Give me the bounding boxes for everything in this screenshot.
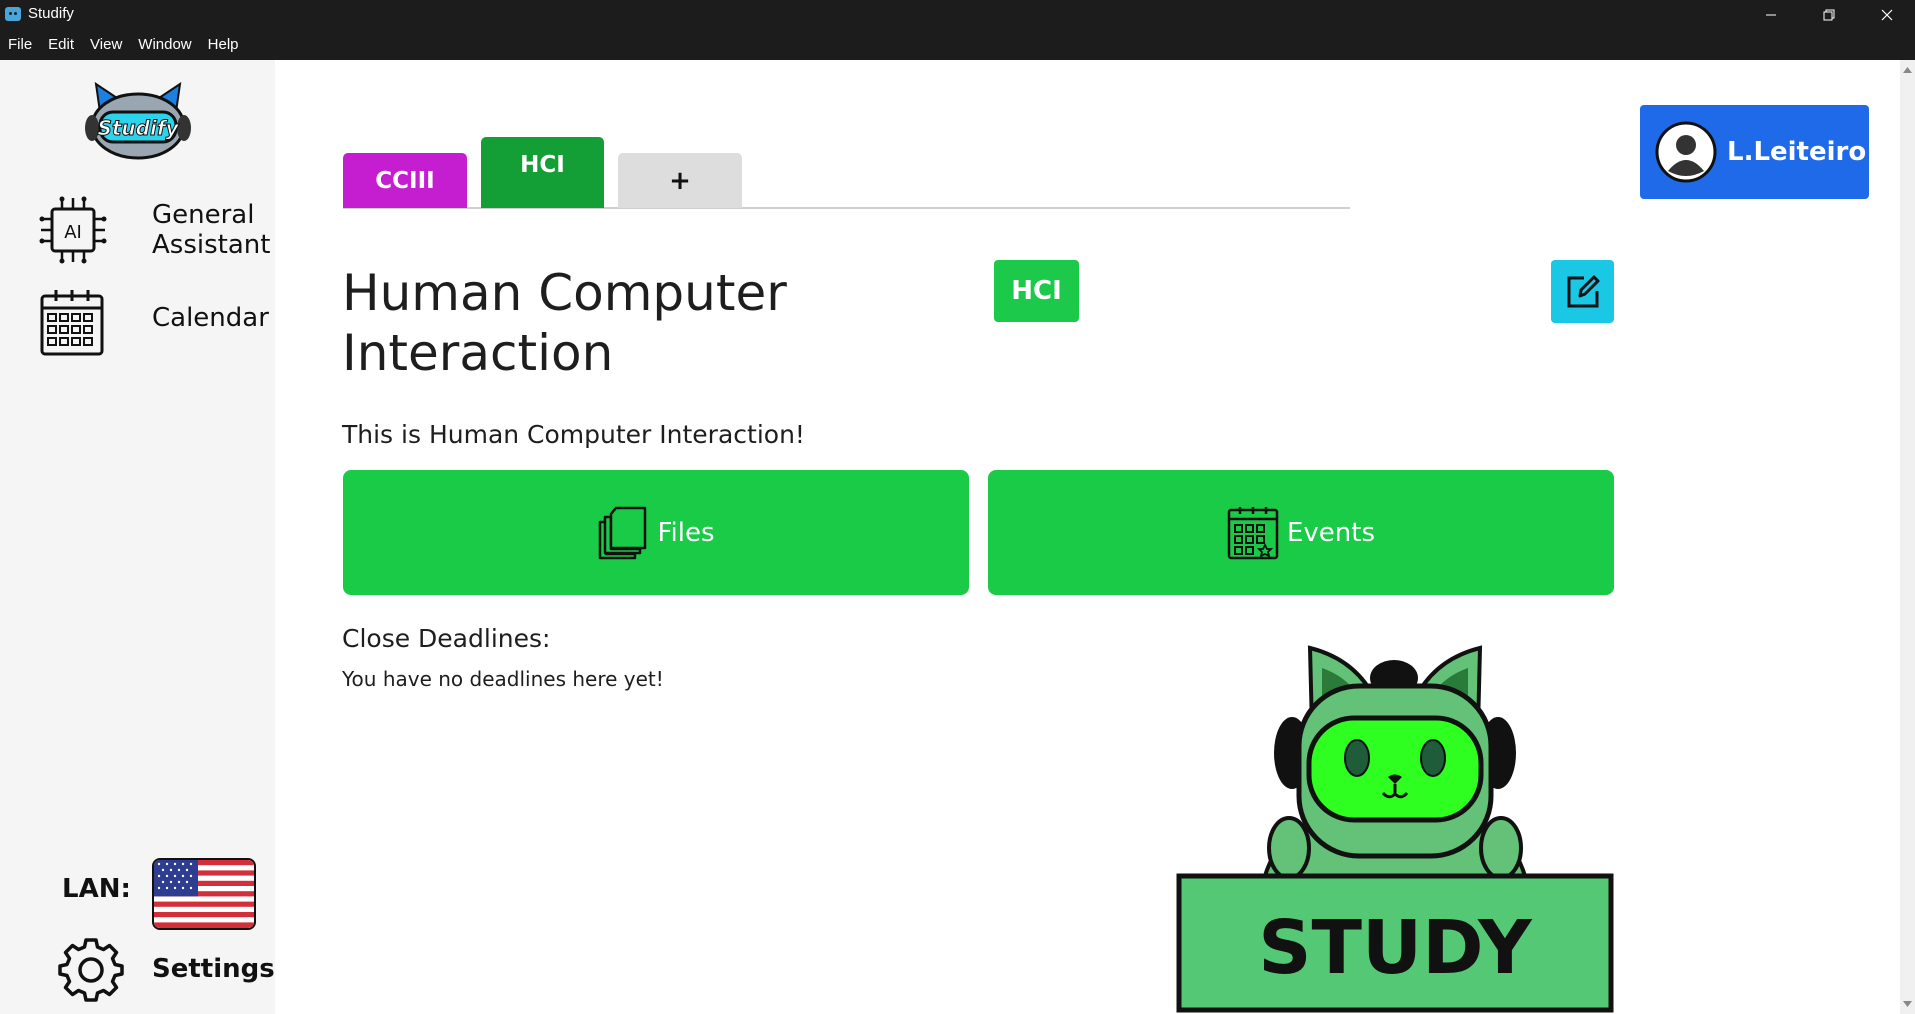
events-label: Events — [1286, 517, 1376, 548]
studify-logo[interactable]: Studify — [84, 81, 192, 164]
deadlines-empty-message: You have no deadlines here yet! — [342, 667, 664, 691]
window-titlebar: Studify File Edit View Window Help — [0, 0, 1915, 60]
menu-file[interactable]: File — [0, 34, 40, 56]
window-title: Studify — [28, 5, 74, 22]
scroll-up-icon[interactable] — [1900, 64, 1915, 76]
user-name: L.Leiteiro — [1727, 137, 1867, 167]
events-button[interactable]: Events — [988, 470, 1614, 595]
tab-hci[interactable]: HCI — [481, 137, 604, 208]
events-calendar-icon — [1227, 506, 1279, 559]
sidebar-item-label: General Assistant — [152, 200, 271, 260]
ai-chip-icon: AI — [39, 196, 107, 264]
app-icon — [5, 7, 21, 21]
sidebar: Studify AI General Assistant Calendar LA… — [0, 60, 275, 1014]
minimize-icon — [1766, 14, 1776, 16]
edit-course-button[interactable] — [1551, 260, 1614, 323]
sidebar-item-label: Calendar — [152, 303, 269, 333]
restore-icon — [1823, 9, 1835, 21]
mascot-sign-text: STUDY — [1258, 905, 1533, 991]
menu-window[interactable]: Window — [130, 34, 199, 56]
restore-button[interactable] — [1800, 0, 1858, 30]
deadlines-heading: Close Deadlines: — [342, 624, 551, 653]
sidebar-item-calendar[interactable]: Calendar — [0, 283, 275, 356]
language-label: LAN: — [62, 874, 131, 904]
files-button[interactable]: Files — [343, 470, 969, 595]
course-description: This is Human Computer Interaction! — [342, 420, 805, 449]
svg-text:AI: AI — [64, 222, 82, 243]
course-title: Human Computer Interaction — [342, 264, 787, 382]
gear-icon[interactable] — [58, 936, 124, 1002]
menu-view[interactable]: View — [82, 34, 130, 56]
settings-label[interactable]: Settings — [152, 954, 275, 984]
files-icon — [599, 506, 647, 559]
user-profile-button[interactable]: L.Leiteiro — [1640, 105, 1869, 199]
menubar: File Edit View Window Help — [0, 34, 247, 56]
close-button[interactable] — [1858, 0, 1915, 30]
add-tab-button[interactable]: + — [618, 153, 742, 208]
files-label: Files — [657, 517, 715, 548]
menu-edit[interactable]: Edit — [40, 34, 82, 56]
avatar-icon — [1655, 121, 1717, 183]
edit-icon — [1567, 275, 1599, 307]
tab-cciii[interactable]: CCIII — [343, 153, 467, 208]
close-icon — [1881, 9, 1893, 21]
us-flag-icon[interactable] — [152, 858, 256, 930]
sidebar-item-general-assistant[interactable]: AI General Assistant — [0, 195, 275, 265]
logo-text: Studify — [97, 116, 179, 140]
course-code-badge: HCI — [994, 260, 1079, 322]
calendar-icon — [40, 290, 104, 356]
menu-help[interactable]: Help — [200, 34, 247, 56]
minimize-button[interactable] — [1742, 0, 1800, 30]
scrollbar[interactable] — [1900, 60, 1915, 1014]
mascot-illustration: STUDY — [1176, 645, 1614, 1013]
scroll-down-icon[interactable] — [1900, 998, 1915, 1010]
